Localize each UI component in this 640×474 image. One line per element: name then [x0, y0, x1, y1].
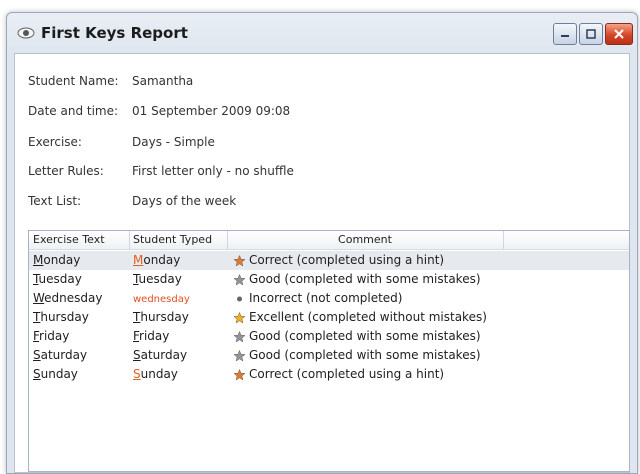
- typed-rest: wednesday: [133, 294, 190, 305]
- comment-cell: Good (completed with some mistakes): [233, 327, 481, 346]
- typed-first-letter: S: [133, 367, 141, 381]
- comment-text: Good (completed with some mistakes): [249, 272, 481, 286]
- list-header: Exercise Text Student Typed Comment: [29, 231, 629, 250]
- comment-text: Correct (completed using a hint): [249, 367, 445, 381]
- dot-icon: [237, 296, 242, 301]
- typed-first-letter: M: [133, 253, 144, 267]
- typed-rest: unday: [140, 367, 178, 381]
- exercise-rest: hursday: [40, 310, 89, 324]
- table-row[interactable]: Thursday Thursday Excellent (completed wit…: [29, 308, 629, 327]
- date-value: 01 September 2009 09:08: [132, 104, 291, 118]
- exercise-text-cell: Thursday: [33, 308, 89, 327]
- exercise-text-cell: Wednesday: [33, 289, 102, 308]
- typed-rest: uesday: [138, 272, 182, 286]
- date-row: Date and time: 01 September 2009 09:08: [28, 104, 290, 118]
- typed-rest: onday: [143, 253, 181, 267]
- exercise-text-cell: Saturday: [33, 346, 87, 365]
- exercise-rest: aturday: [40, 348, 88, 362]
- table-row[interactable]: Monday Monday Correct (completed using a h…: [29, 251, 629, 270]
- exercise-value: Days - Simple: [132, 135, 215, 149]
- silver-star-icon: [233, 273, 246, 286]
- letter-rules-value: First letter only - no shuffle: [132, 164, 294, 178]
- text-list-value: Days of the week: [132, 194, 237, 208]
- student-name-label: Student Name:: [28, 74, 119, 88]
- report-window: First Keys Report Student Name: Samantha…: [6, 12, 638, 474]
- close-icon: [614, 29, 624, 39]
- silver-star-icon: [233, 330, 246, 343]
- table-row[interactable]: Friday Friday Good (completed with some mi…: [29, 327, 629, 346]
- typed-rest: aturday: [140, 348, 188, 362]
- student-typed-cell: Saturday: [133, 346, 187, 365]
- table-row[interactable]: Sunday Sunday Correct (completed using a h…: [29, 365, 629, 384]
- exercise-text-cell: Monday: [33, 251, 80, 270]
- exercise-row: Exercise: Days - Simple: [28, 135, 215, 149]
- window-title: First Keys Report: [41, 24, 188, 42]
- column-header-student-typed[interactable]: Student Typed: [129, 231, 228, 249]
- student-name-value: Samantha: [132, 74, 194, 88]
- student-typed-cell: Thursday: [133, 308, 189, 327]
- exercise-text-cell: Tuesday: [33, 270, 82, 289]
- close-button[interactable]: [605, 23, 633, 45]
- table-row[interactable]: Tuesday Tuesday Good (completed with some …: [29, 270, 629, 289]
- comment-cell: Good (completed with some mistakes): [233, 270, 481, 289]
- comment-cell: Excellent (completed without mistakes): [233, 308, 487, 327]
- student-typed-cell: Tuesday: [133, 270, 182, 289]
- exercise-text-cell: Friday: [33, 327, 69, 346]
- exercise-label: Exercise:: [28, 135, 82, 149]
- exercise-rest: onday: [43, 253, 81, 267]
- exercise-rest: uesday: [38, 272, 82, 286]
- bronze-star-icon: [233, 368, 246, 381]
- exercise-first-letter: S: [33, 367, 41, 381]
- typed-rest: riday: [139, 329, 170, 343]
- maximize-button[interactable]: [579, 23, 603, 45]
- comment-text: Correct (completed using a hint): [249, 253, 445, 267]
- comment-cell: Incorrect (not completed): [233, 289, 402, 308]
- student-typed-cell: Friday: [133, 327, 169, 346]
- silver-star-icon: [233, 349, 246, 362]
- exercise-text-cell: Sunday: [33, 365, 78, 384]
- bronze-star-icon: [233, 254, 246, 267]
- column-header-comment[interactable]: Comment: [227, 231, 504, 249]
- typed-first-letter: S: [133, 348, 141, 362]
- report-body: Student Name: Samantha Date and time: 01…: [14, 53, 630, 473]
- minimize-button[interactable]: [553, 23, 577, 45]
- letter-rules-label: Letter Rules:: [28, 164, 104, 178]
- exercise-first-letter: W: [33, 291, 45, 305]
- student-typed-cell: Sunday: [133, 365, 178, 384]
- comment-cell: Good (completed with some mistakes): [233, 346, 481, 365]
- exercise-rest: unday: [40, 367, 78, 381]
- table-row[interactable]: Saturday Saturday Good (completed with som…: [29, 346, 629, 365]
- letter-rules-row: Letter Rules: First letter only - no shu…: [28, 164, 294, 178]
- comment-text: Good (completed with some mistakes): [249, 348, 481, 362]
- exercise-rest: riday: [39, 329, 70, 343]
- comment-cell: Correct (completed using a hint): [233, 365, 444, 384]
- typed-rest: hursday: [140, 310, 189, 324]
- gold-star-icon: [233, 311, 246, 324]
- exercise-rest: ednesday: [44, 291, 103, 305]
- date-label: Date and time:: [28, 104, 119, 118]
- eye-icon: [17, 26, 35, 40]
- comment-text: Incorrect (not completed): [249, 291, 403, 305]
- student-name-row: Student Name: Samantha: [28, 74, 193, 88]
- text-list-row: Text List: Days of the week: [28, 194, 236, 208]
- student-typed-cell: wednesday: [133, 289, 190, 309]
- exercise-first-letter: M: [33, 253, 44, 267]
- maximize-icon: [586, 29, 596, 39]
- text-list-label: Text List:: [28, 194, 82, 208]
- student-typed-cell: Monday: [133, 251, 180, 270]
- results-list[interactable]: Exercise Text Student Typed Comment Mond…: [28, 230, 630, 472]
- comment-text: Excellent (completed without mistakes): [249, 310, 487, 324]
- column-header-exercise-text[interactable]: Exercise Text: [29, 231, 130, 249]
- comment-cell: Correct (completed using a hint): [233, 251, 444, 270]
- minimize-icon: [561, 35, 569, 37]
- comment-text: Good (completed with some mistakes): [249, 329, 481, 343]
- exercise-first-letter: S: [33, 348, 41, 362]
- table-row[interactable]: Wednesday wednesday Incorrect (not complet…: [29, 289, 629, 308]
- title-bar[interactable]: First Keys Report: [7, 13, 637, 53]
